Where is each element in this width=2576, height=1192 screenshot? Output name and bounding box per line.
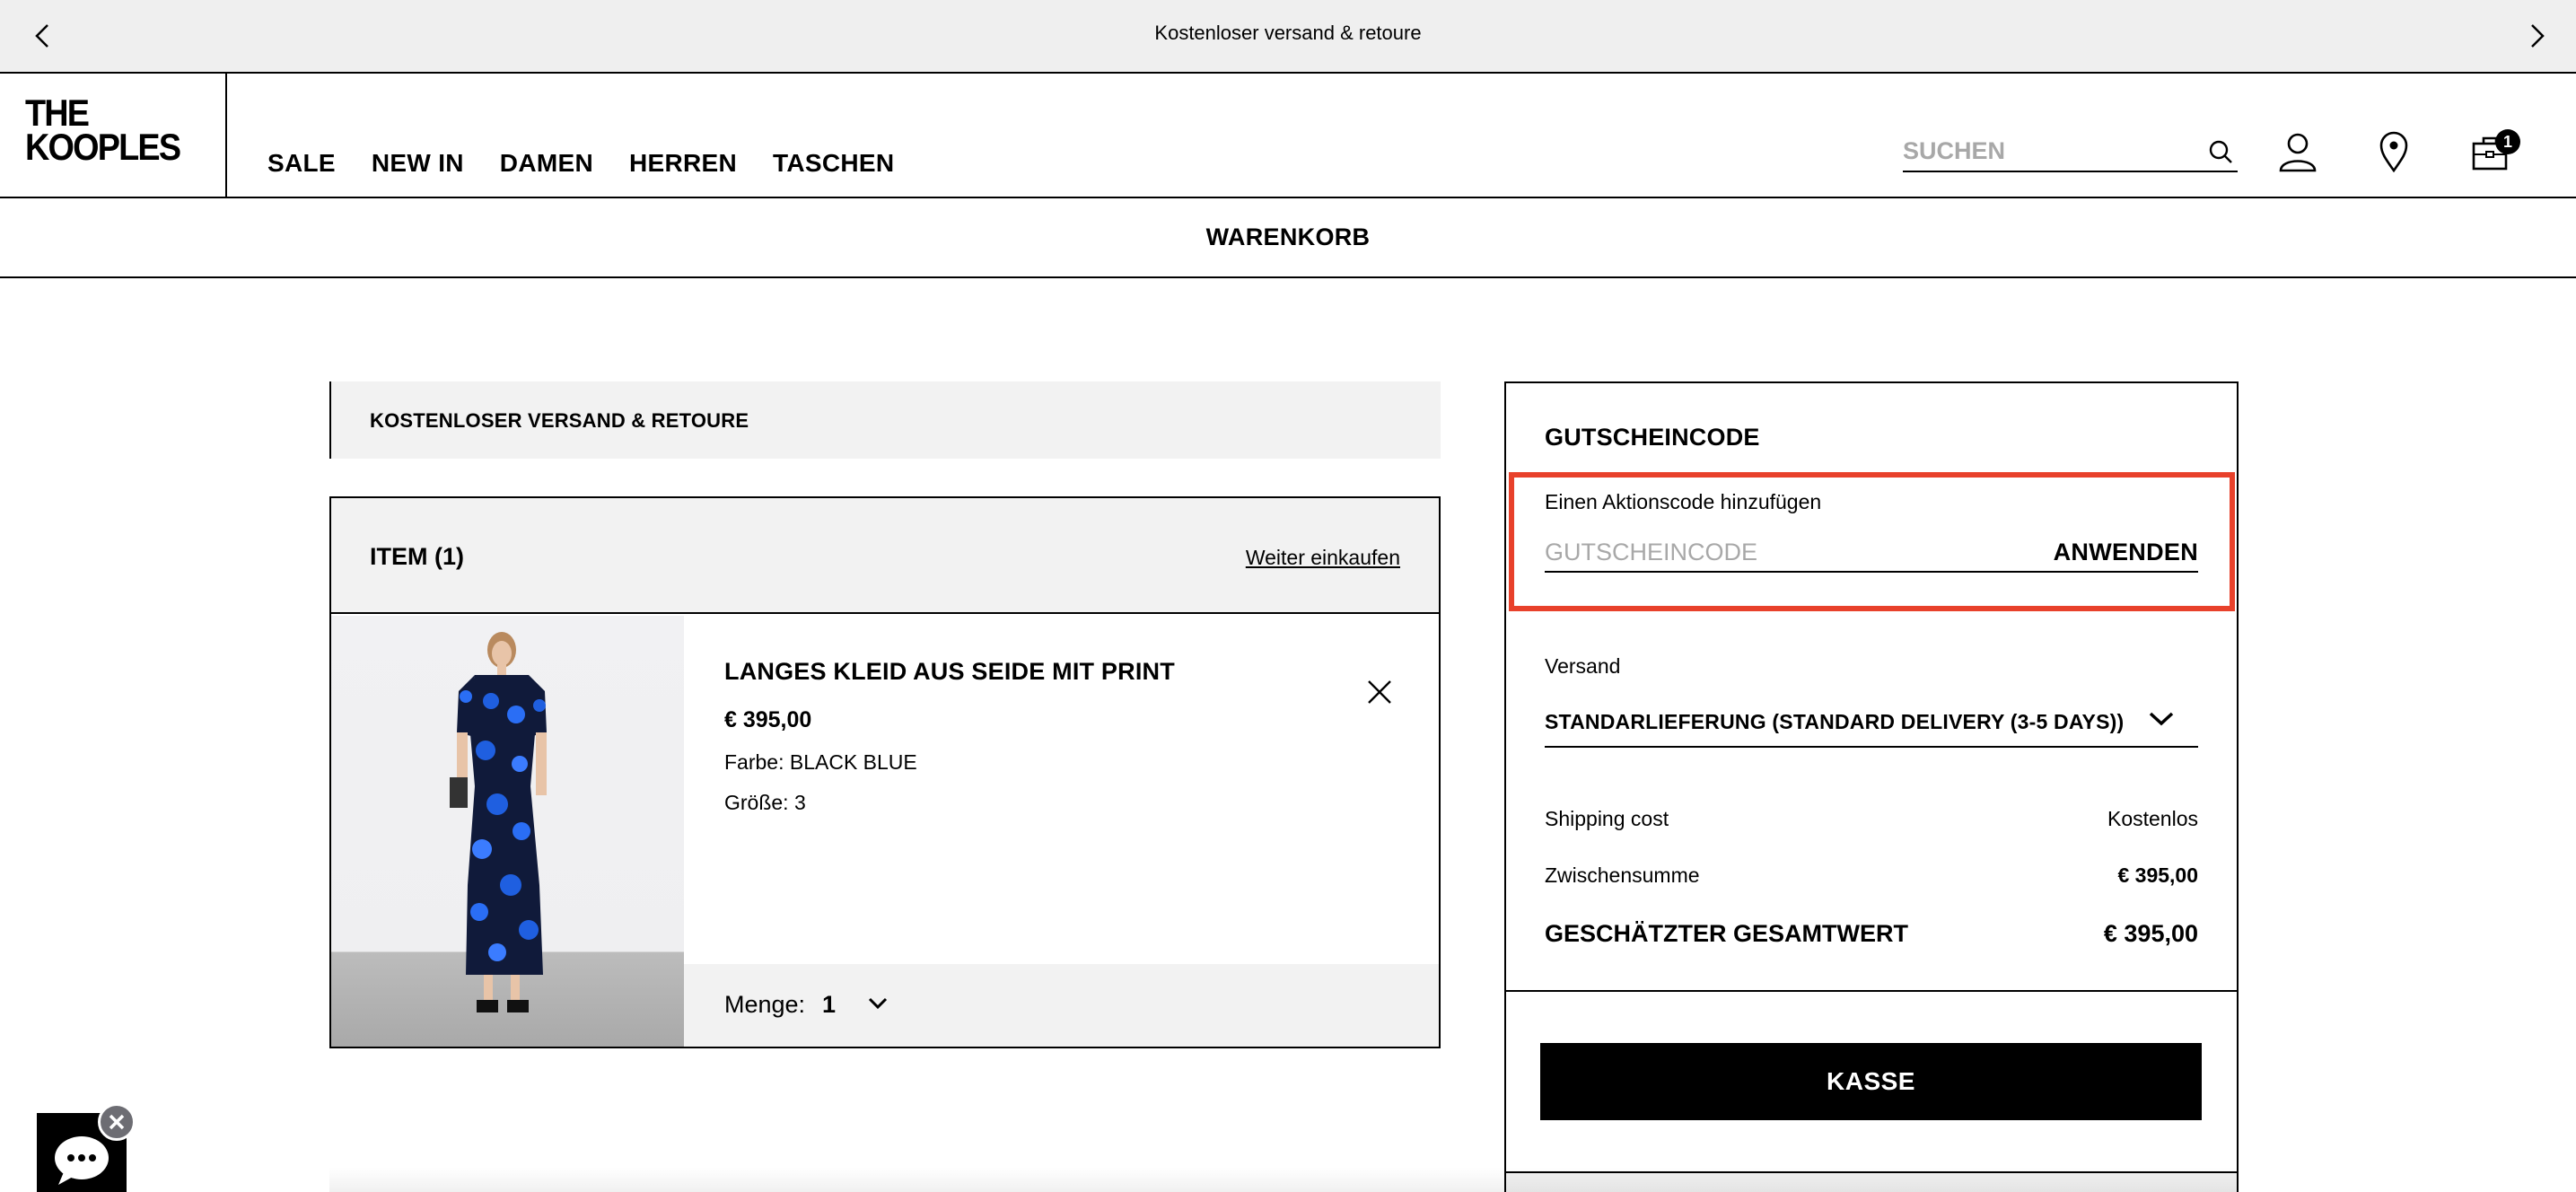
- quantity-bar: Menge: 1: [684, 964, 1439, 1047]
- main-nav: SALE NEW IN DAMEN HERREN TASCHEN: [267, 149, 894, 178]
- cart-panel: ITEM (1) Weiter einkaufen LANGES KLEID A…: [329, 496, 1441, 1048]
- quantity-label: Menge:: [724, 991, 806, 1018]
- shipping-banner-text: KOSTENLOSER VERSAND & RETOURE: [370, 409, 749, 432]
- continue-shopping-link[interactable]: Weiter einkaufen: [1246, 546, 1400, 570]
- quantity-value: 1: [822, 991, 837, 1018]
- chevron-down-icon: [868, 997, 888, 1010]
- nav-new-in[interactable]: NEW IN: [372, 149, 464, 178]
- chat-close-button[interactable]: [98, 1103, 136, 1141]
- logo-line-2: KOOPLES: [25, 126, 181, 168]
- page-title-bar: WARENKORB: [0, 198, 2576, 278]
- quantity-select[interactable]: 1: [822, 987, 903, 1023]
- subtotal-value: € 395,00: [2117, 863, 2198, 887]
- shipping-method-select[interactable]: STANDARLIEFERUNG (STANDARD DELIVERY (3-5…: [1545, 701, 2198, 748]
- store-locator-icon[interactable]: [2374, 131, 2414, 172]
- nav-herren[interactable]: HERREN: [629, 149, 737, 178]
- close-icon: [109, 1114, 125, 1130]
- total-value: € 395,00: [2103, 920, 2198, 947]
- checkout-button[interactable]: KASSE: [1540, 1043, 2202, 1120]
- product-size: Größe: 3: [724, 791, 806, 814]
- announcement-text: Kostenloser versand & retoure: [1154, 22, 1422, 44]
- brand-logo[interactable]: THE KOOPLES: [25, 94, 181, 168]
- product-price: € 395,00: [724, 707, 812, 732]
- promo-code-label: Einen Aktionscode hinzufügen: [1545, 490, 1822, 513]
- product-color: Farbe: BLACK BLUE: [724, 750, 917, 774]
- shipping-cost-label: Shipping cost: [1545, 807, 1669, 830]
- nav-taschen[interactable]: TASCHEN: [773, 149, 894, 178]
- nav-sale[interactable]: SALE: [267, 149, 336, 178]
- coupon-title: GUTSCHEINCODE: [1545, 424, 1760, 451]
- shipping-banner: KOSTENLOSER VERSAND & RETOURE: [329, 381, 1441, 459]
- summary-divider: [1506, 990, 2237, 992]
- chevron-right-icon[interactable]: [2519, 18, 2554, 54]
- order-summary-panel: GUTSCHEINCODE Einen Aktionscode hinzufüg…: [1504, 381, 2239, 1192]
- total-label: GESCHÄTZTER GESAMTWERT: [1545, 920, 1908, 947]
- product-name[interactable]: LANGES KLEID AUS SEIDE MIT PRINT: [724, 658, 1175, 686]
- cart-item-count: ITEM (1): [370, 543, 464, 570]
- subtotal-label: Zwischensumme: [1545, 863, 1700, 887]
- apply-promo-button[interactable]: ANWENDEN: [2054, 539, 2198, 566]
- search-bar: [1903, 133, 2238, 172]
- shipping-label: Versand: [1545, 654, 1621, 678]
- search-input[interactable]: [1903, 133, 2190, 169]
- shipping-method-value: STANDARLIEFERUNG (STANDARD DELIVERY (3-5…: [1545, 710, 2125, 733]
- promo-code-input[interactable]: [1545, 535, 1993, 569]
- remove-item-icon[interactable]: [1365, 678, 1394, 706]
- promo-code-field: ANWENDEN: [1545, 535, 2198, 573]
- chevron-down-icon: [2149, 712, 2174, 726]
- dress-model-image: [450, 632, 547, 1012]
- account-icon[interactable]: [2278, 131, 2318, 172]
- logo-container[interactable]: THE KOOPLES: [0, 74, 227, 197]
- promo-code-section: Einen Aktionscode hinzufügen ANWENDEN: [1509, 472, 2235, 611]
- nav-damen[interactable]: DAMEN: [500, 149, 593, 178]
- site-header: THE KOOPLES SALE NEW IN DAMEN HERREN TAS…: [0, 74, 2576, 198]
- search-icon[interactable]: [2207, 138, 2234, 165]
- announcement-bar: Kostenloser versand & retoure: [0, 0, 2576, 74]
- cart-count-badge: 1: [2495, 129, 2520, 154]
- cart-header: ITEM (1) Weiter einkaufen: [331, 498, 1439, 614]
- page-title: WARENKORB: [1205, 224, 1371, 250]
- bottom-shadow: [329, 1167, 2239, 1192]
- shipping-cost-value: Kostenlos: [2107, 807, 2198, 830]
- product-image[interactable]: [331, 616, 684, 1047]
